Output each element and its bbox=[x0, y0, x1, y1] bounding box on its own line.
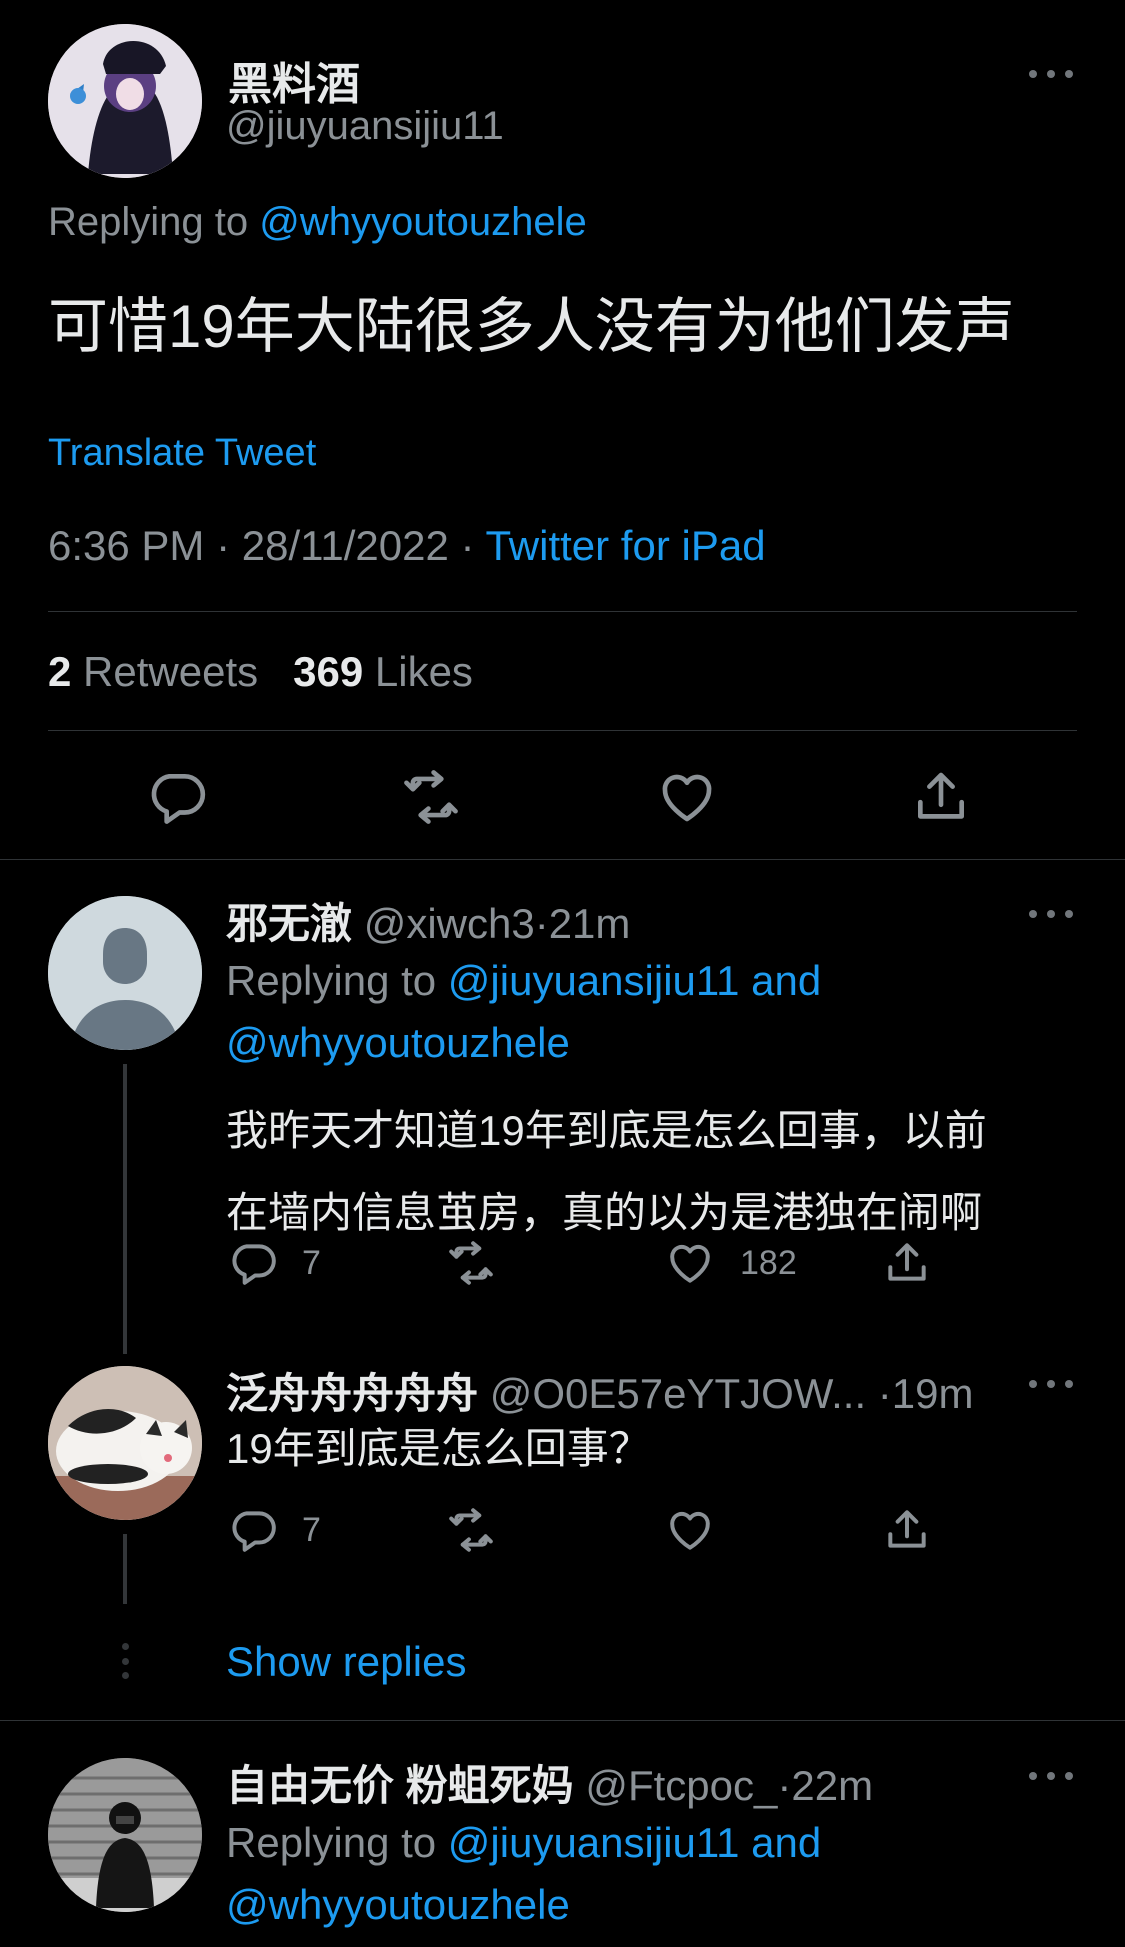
reply-count: 7 bbox=[302, 1511, 321, 1549]
reply-text-line: 在墙内信息茧房，真的以为是港独在闹啊 bbox=[226, 1189, 983, 1236]
replying-to-link[interactable]: @whyyoutouzhele bbox=[226, 1881, 570, 1928]
replying-prefix: Replying to bbox=[226, 957, 448, 1004]
replying-and[interactable]: and bbox=[739, 957, 821, 1004]
reply-text-line: 我昨天才知道19年到底是怎么回事，以前 bbox=[226, 1107, 987, 1154]
reply-header: 泛舟舟舟舟舟 @O0E57eYTJOW... ·19m bbox=[226, 1360, 973, 1421]
reply-count: 7 bbox=[302, 1244, 321, 1282]
likes-count: 369 bbox=[293, 648, 364, 695]
vertical-dots-icon bbox=[120, 1643, 130, 1679]
meta-separator: · bbox=[216, 522, 231, 569]
replying-to-link[interactable]: @jiuyuansijiu11 bbox=[448, 957, 740, 1004]
reply-time: 21m bbox=[548, 900, 631, 947]
replying-prefix: Replying to bbox=[48, 200, 260, 244]
likes-label: Likes bbox=[374, 648, 473, 695]
divider bbox=[0, 1720, 1125, 1721]
likes-stat[interactable]: 369 Likes bbox=[293, 648, 473, 695]
reply-replying-line: Replying to @jiuyuansijiu11 and @whyyout… bbox=[226, 1812, 821, 1936]
divider bbox=[48, 730, 1077, 731]
masked-person-avatar[interactable] bbox=[48, 1758, 202, 1912]
meta-separator: · bbox=[777, 1762, 792, 1809]
retweets-stat[interactable]: 2 Retweets bbox=[48, 648, 258, 695]
reply-text: 我昨天才知道19年到底是怎么回事，以前 在墙内信息茧房，真的以为是港独在闹啊 bbox=[226, 1090, 987, 1254]
reply-handle[interactable]: @xiwch3 bbox=[364, 900, 535, 947]
translate-tweet-link[interactable]: Translate Tweet bbox=[48, 432, 316, 475]
main-display-name[interactable]: 黑料酒 bbox=[228, 48, 360, 112]
show-replies-link[interactable]: Show replies bbox=[226, 1638, 466, 1686]
tweet-date: 28/11/2022 bbox=[241, 522, 449, 569]
share-icon[interactable] bbox=[910, 766, 972, 828]
main-tweet-text: 可惜19年大陆很多人没有为他们发声 bbox=[48, 293, 1015, 360]
more-icon[interactable] bbox=[1029, 1770, 1073, 1782]
like-count: 182 bbox=[740, 1244, 797, 1282]
reply-display-name[interactable]: 邪无澈 bbox=[226, 900, 352, 947]
reply-handle[interactable]: @O0E57eYTJOW... bbox=[490, 1370, 866, 1417]
replying-to-link[interactable]: @whyyoutouzhele bbox=[259, 200, 586, 244]
replying-and[interactable]: and bbox=[739, 1819, 821, 1866]
default-avatar[interactable] bbox=[48, 896, 202, 1050]
more-icon[interactable] bbox=[1029, 908, 1073, 920]
meta-separator: · bbox=[534, 900, 549, 947]
divider bbox=[0, 859, 1125, 860]
reply-display-name[interactable]: 自由无价 粉蛆死妈 bbox=[226, 1762, 574, 1809]
more-icon[interactable] bbox=[1029, 1378, 1073, 1390]
reply-handle[interactable]: @Ftcpoc_ bbox=[585, 1762, 777, 1809]
cat-avatar[interactable] bbox=[48, 1366, 202, 1520]
meta-separator: · bbox=[460, 522, 475, 569]
reply-time: 22m bbox=[791, 1762, 874, 1809]
reply-header: 自由无价 粉蛆死妈 @Ftcpoc_·22m bbox=[226, 1752, 873, 1813]
reply-text: 19年到底是怎么回事？ bbox=[226, 1425, 651, 1472]
reply-time: 19m bbox=[891, 1370, 974, 1417]
reply-display-name[interactable]: 泛舟舟舟舟舟 bbox=[226, 1370, 478, 1417]
tweet-source-link[interactable]: Twitter for iPad bbox=[485, 522, 765, 569]
replying-to-link[interactable]: @jiuyuansijiu11 bbox=[448, 1819, 740, 1866]
like-icon[interactable] bbox=[655, 766, 719, 828]
meta-separator: · bbox=[877, 1370, 892, 1417]
like-icon[interactable] bbox=[664, 1505, 716, 1555]
thread-line bbox=[123, 1534, 127, 1604]
retweet-icon[interactable] bbox=[444, 1505, 498, 1555]
more-icon[interactable] bbox=[1029, 68, 1073, 80]
retweets-count: 2 bbox=[48, 648, 72, 695]
reply-icon[interactable] bbox=[228, 1238, 278, 1288]
tweet-meta: 6:36 PM · 28/11/2022 · Twitter for iPad bbox=[48, 522, 766, 570]
share-icon[interactable] bbox=[882, 1238, 932, 1288]
main-avatar[interactable] bbox=[48, 24, 202, 178]
reply-replying-line: Replying to @jiuyuansijiu11 and @whyyout… bbox=[226, 950, 821, 1074]
main-replying-line: Replying to @whyyoutouzhele bbox=[48, 200, 587, 245]
tweet-time: 6:36 PM bbox=[48, 522, 205, 569]
reply-header: 邪无澈 @xiwch3·21m bbox=[226, 890, 630, 951]
retweets-label: Retweets bbox=[83, 648, 259, 695]
replying-to-link[interactable]: @whyyoutouzhele bbox=[226, 1019, 570, 1066]
reply-icon[interactable] bbox=[228, 1505, 278, 1555]
retweet-icon[interactable] bbox=[444, 1238, 498, 1288]
divider bbox=[48, 611, 1077, 612]
share-icon[interactable] bbox=[882, 1505, 932, 1555]
reply-icon[interactable] bbox=[146, 766, 208, 828]
thread-line bbox=[123, 1064, 127, 1354]
retweet-icon[interactable] bbox=[398, 766, 464, 828]
replying-prefix: Replying to bbox=[226, 1819, 448, 1866]
like-icon[interactable] bbox=[664, 1238, 716, 1288]
main-handle[interactable]: @jiuyuansijiu11 bbox=[226, 104, 504, 149]
engagement-stats: 2 Retweets 369 Likes bbox=[48, 648, 473, 696]
